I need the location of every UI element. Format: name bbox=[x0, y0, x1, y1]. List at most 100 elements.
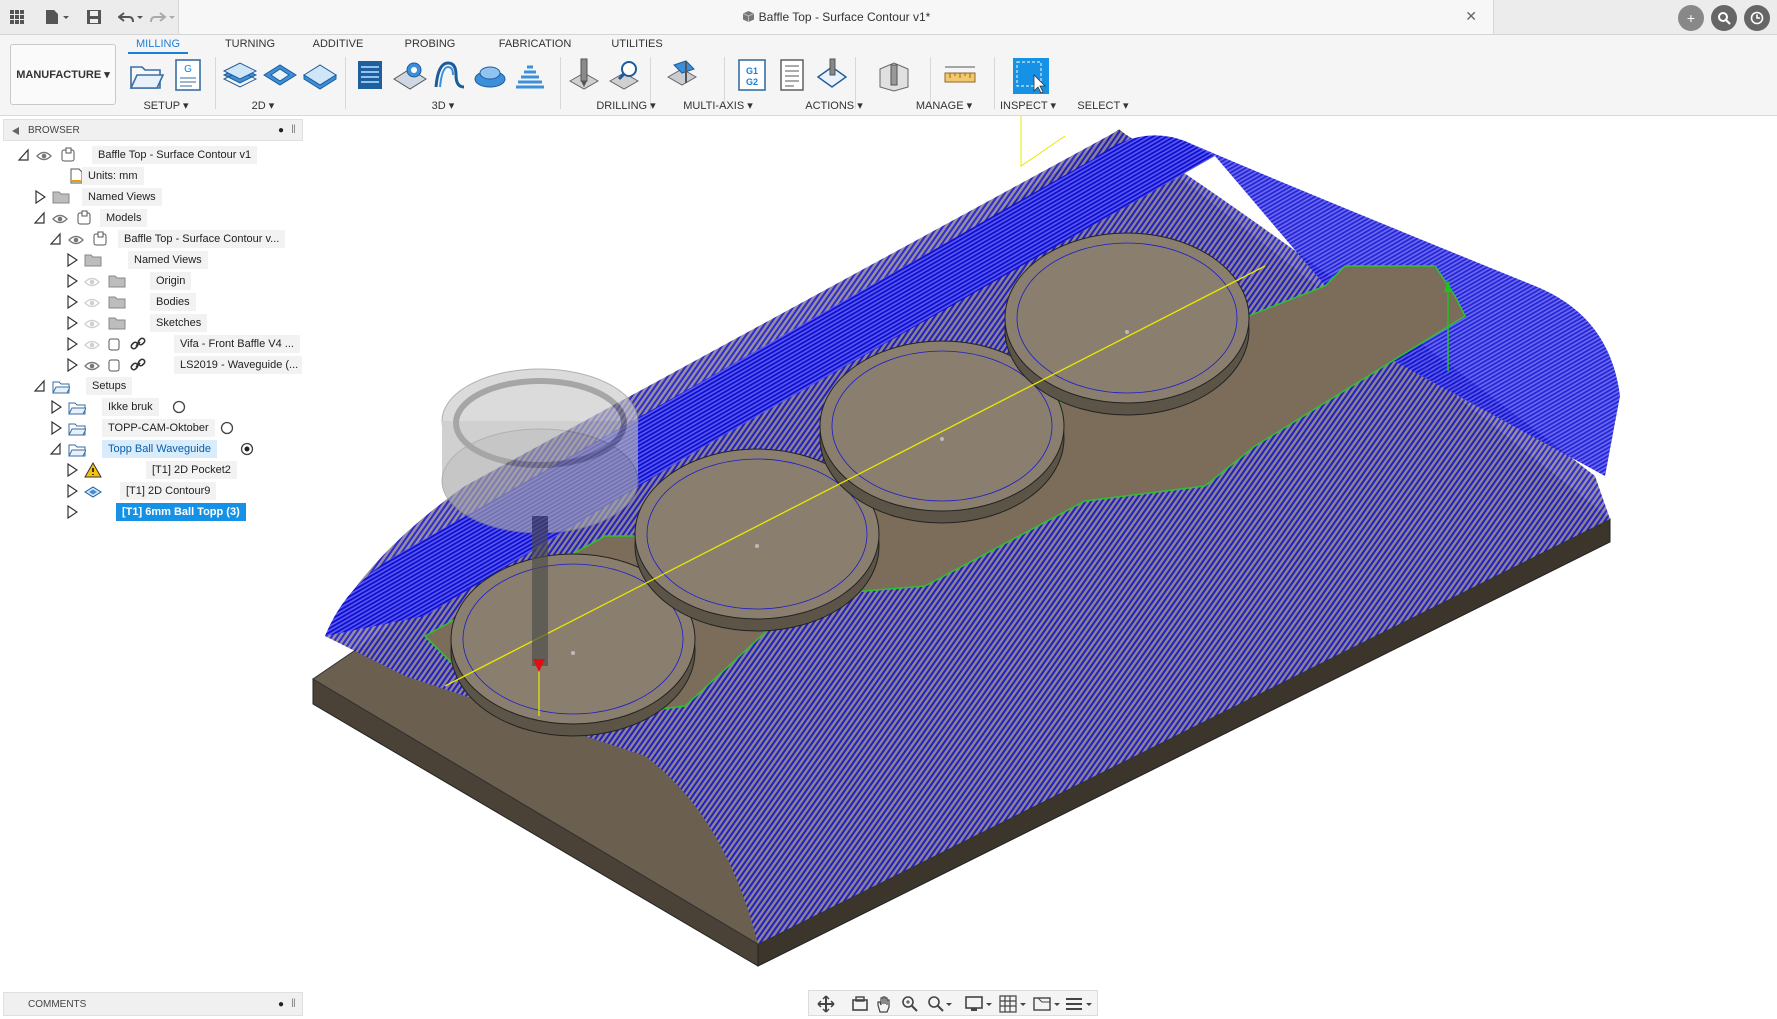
collapse-triangle-icon[interactable] bbox=[50, 232, 62, 246]
add-comment-icon[interactable]: ● bbox=[278, 999, 284, 1010]
tree-node[interactable]: Vifa - Front Baffle V4 ... bbox=[0, 334, 300, 354]
drill-icon[interactable] bbox=[566, 57, 602, 93]
expand-triangle-icon[interactable] bbox=[66, 316, 78, 330]
3d-viewport[interactable] bbox=[305, 116, 1777, 986]
zoom-window-icon[interactable] bbox=[927, 995, 953, 1013]
tree-node[interactable]: Setups bbox=[0, 376, 300, 396]
2d-adaptive-icon[interactable] bbox=[222, 57, 258, 93]
tree-node[interactable]: [T1] 6mm Ball Topp (3) bbox=[0, 502, 300, 522]
tree-node[interactable]: Named Views bbox=[0, 250, 300, 270]
collapse-triangle-icon[interactable] bbox=[34, 379, 46, 393]
tree-node-label[interactable]: [T1] 2D Contour9 bbox=[120, 482, 217, 500]
active-setup-radio-icon[interactable] bbox=[240, 442, 254, 456]
speaker-disc-4[interactable] bbox=[1004, 232, 1250, 416]
visibility-eye-icon[interactable] bbox=[84, 360, 100, 372]
hidden-eye-icon[interactable] bbox=[84, 339, 100, 351]
collapse-panel-icon[interactable] bbox=[11, 126, 21, 136]
tree-node-label[interactable]: Models bbox=[100, 209, 148, 227]
setup-folder-icon[interactable] bbox=[128, 57, 164, 93]
contour-icon[interactable] bbox=[432, 57, 468, 93]
expand-triangle-icon[interactable] bbox=[66, 295, 78, 309]
tree-node-label[interactable]: Origin bbox=[150, 272, 192, 290]
tree-node-label[interactable]: [T1] 2D Pocket2 bbox=[146, 461, 237, 479]
tree-node[interactable]: Baffle Top - Surface Contour v1 bbox=[0, 145, 300, 165]
expand-triangle-icon[interactable] bbox=[66, 463, 78, 477]
steep-and-shallow-icon[interactable] bbox=[512, 57, 548, 93]
tree-node-label[interactable]: Named Views bbox=[128, 251, 208, 269]
look-at-icon[interactable] bbox=[851, 995, 869, 1013]
visibility-eye-icon[interactable] bbox=[68, 234, 84, 246]
hole-recognition-icon[interactable] bbox=[606, 57, 642, 93]
collapse-triangle-icon[interactable] bbox=[34, 211, 46, 225]
app-grid-icon[interactable] bbox=[9, 9, 25, 25]
panel-pin-icon[interactable]: ‖ bbox=[291, 996, 296, 1010]
tree-node[interactable]: Bodies bbox=[0, 292, 300, 312]
face-icon[interactable] bbox=[302, 57, 338, 93]
tree-node[interactable]: Models bbox=[0, 208, 300, 228]
tool-library-icon[interactable] bbox=[876, 57, 912, 93]
setup-sheet-icon[interactable] bbox=[774, 57, 810, 93]
setup-radio-icon[interactable] bbox=[172, 400, 186, 414]
viewports-icon[interactable] bbox=[1033, 995, 1061, 1013]
collapse-triangle-icon[interactable] bbox=[50, 442, 62, 456]
tree-node[interactable]: Units: mm bbox=[0, 166, 300, 186]
tree-node[interactable]: Topp Ball Waveguide bbox=[0, 439, 300, 459]
tree-node[interactable]: LS2019 - Waveguide (... bbox=[0, 355, 302, 375]
clock-icon[interactable] bbox=[1744, 5, 1770, 31]
undo-icon[interactable] bbox=[118, 9, 144, 25]
tree-node-label[interactable]: Units: mm bbox=[82, 167, 144, 185]
panel-pin-icon[interactable]: ‖ bbox=[291, 122, 296, 136]
simulate-icon[interactable]: G1G2 bbox=[734, 57, 770, 93]
expand-triangle-icon[interactable] bbox=[66, 358, 78, 372]
post-process-icon[interactable] bbox=[814, 57, 850, 93]
zoom-icon[interactable] bbox=[901, 995, 919, 1013]
group-setup[interactable]: SETUP ▾ bbox=[130, 99, 202, 112]
expand-triangle-icon[interactable] bbox=[66, 253, 78, 267]
pan-hand-icon[interactable] bbox=[875, 995, 893, 1013]
new-tab-icon[interactable]: + bbox=[1678, 5, 1704, 31]
group-actions[interactable]: ACTIONS ▾ bbox=[794, 99, 874, 112]
tree-node[interactable]: TOPP-CAM-Oktober bbox=[0, 418, 300, 438]
expand-triangle-icon[interactable] bbox=[50, 400, 62, 414]
close-tab-icon[interactable]: ✕ bbox=[1465, 8, 1477, 25]
tree-node-label[interactable]: [T1] 6mm Ball Topp (3) bbox=[116, 503, 246, 521]
browser-options-icon[interactable]: ● bbox=[278, 125, 284, 136]
environment-icon[interactable] bbox=[1065, 995, 1093, 1013]
collapse-triangle-icon[interactable] bbox=[18, 148, 30, 162]
visibility-eye-icon[interactable] bbox=[52, 213, 68, 225]
group-inspect[interactable]: INSPECT ▾ bbox=[990, 99, 1066, 112]
tree-node-label[interactable]: Sketches bbox=[150, 314, 208, 332]
tab-turning[interactable]: TURNING bbox=[220, 38, 280, 50]
group-drilling[interactable]: DRILLING ▾ bbox=[580, 99, 672, 112]
tree-node[interactable]: Baffle Top - Surface Contour v... bbox=[0, 229, 300, 249]
group-3d[interactable]: 3D ▾ bbox=[420, 99, 466, 112]
expand-triangle-icon[interactable] bbox=[66, 337, 78, 351]
tree-node-label[interactable]: TOPP-CAM-Oktober bbox=[102, 419, 215, 437]
expand-triangle-icon[interactable] bbox=[66, 505, 78, 519]
tree-node-label[interactable]: Bodies bbox=[150, 293, 196, 311]
workspace-switcher-button[interactable]: MANUFACTURE ▾ bbox=[10, 44, 116, 105]
group-manage[interactable]: MANAGE ▾ bbox=[904, 99, 984, 112]
file-menu-icon[interactable] bbox=[44, 9, 70, 25]
hidden-eye-icon[interactable] bbox=[84, 297, 100, 309]
select-window-icon[interactable] bbox=[1012, 57, 1050, 95]
orbit-icon[interactable] bbox=[817, 995, 835, 1013]
tree-node[interactable]: Origin bbox=[0, 271, 300, 291]
group-multi-axis[interactable]: MULTI-AXIS ▾ bbox=[678, 99, 758, 112]
tree-node-label[interactable]: Vifa - Front Baffle V4 ... bbox=[174, 335, 300, 353]
tree-node[interactable]: [T1] 2D Contour9 bbox=[0, 481, 300, 501]
3d-adaptive-icon[interactable] bbox=[352, 57, 388, 93]
tree-node-label[interactable]: Named Views bbox=[82, 188, 162, 206]
hidden-eye-icon[interactable] bbox=[84, 318, 100, 330]
tree-node-label[interactable]: Setups bbox=[86, 377, 133, 395]
setup-radio-icon[interactable] bbox=[220, 421, 234, 435]
tree-node-label[interactable]: LS2019 - Waveguide (... bbox=[174, 356, 302, 374]
document-tab[interactable]: Baffle Top - Surface Contour v1* ✕ bbox=[178, 0, 1494, 34]
tab-additive[interactable]: ADDITIVE bbox=[308, 38, 368, 50]
tab-utilities[interactable]: UTILITIES bbox=[604, 38, 670, 50]
comments-panel[interactable]: COMMENTS ● ‖ bbox=[3, 992, 303, 1016]
expand-triangle-icon[interactable] bbox=[34, 190, 46, 204]
tree-node-label[interactable]: Ikke bruk bbox=[102, 398, 159, 416]
expand-triangle-icon[interactable] bbox=[50, 421, 62, 435]
parallel-icon[interactable] bbox=[472, 57, 508, 93]
